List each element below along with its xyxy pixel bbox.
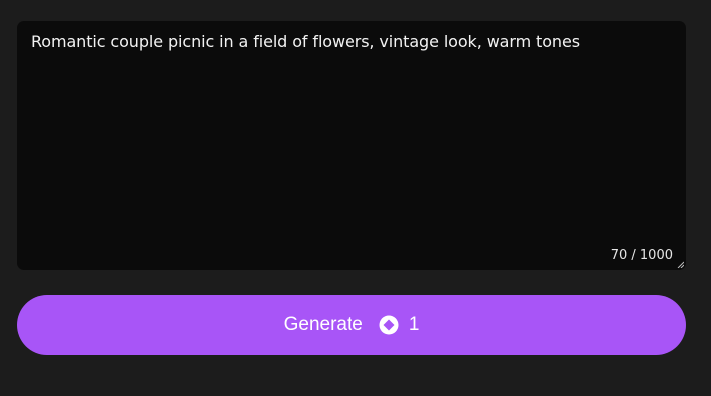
prompt-textarea[interactable]: Romantic couple picnic in a field of flo… <box>17 21 686 270</box>
resize-handle-icon[interactable] <box>677 261 684 268</box>
generate-label: Generate <box>283 314 363 335</box>
credit-count: 1 <box>408 314 420 335</box>
diamond-coin-icon <box>379 315 399 335</box>
character-counter: 70 / 1000 <box>610 248 673 263</box>
prompt-text[interactable]: Romantic couple picnic in a field of flo… <box>31 32 672 52</box>
prompt-panel: Romantic couple picnic in a field of flo… <box>0 0 711 396</box>
generate-button[interactable]: Generate 1 <box>17 295 686 355</box>
